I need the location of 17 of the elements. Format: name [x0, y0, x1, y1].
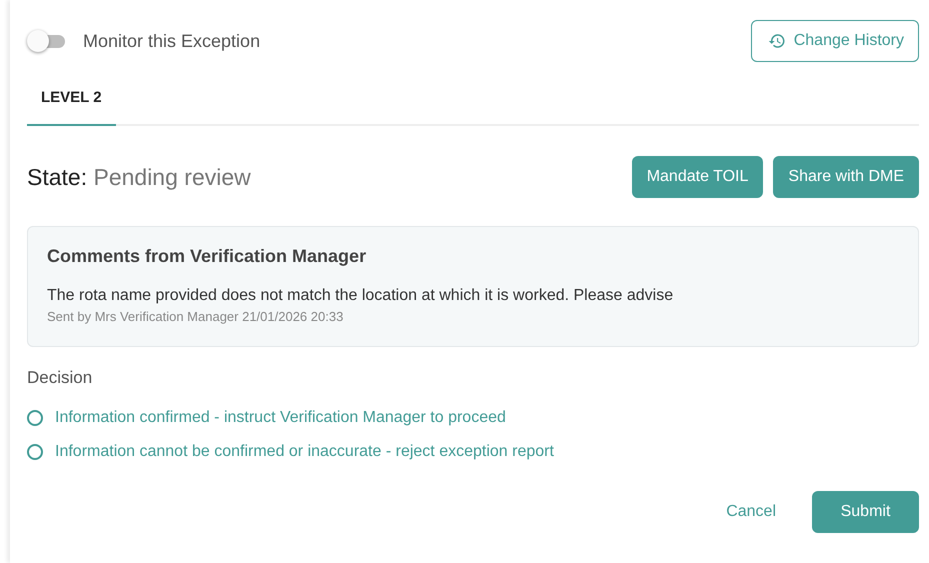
decision-label: Decision: [27, 368, 94, 388]
action-button[interactable]: Mandate TOIL: [632, 156, 764, 198]
comments-title: Comments from Verification Manager: [47, 246, 368, 267]
history-icon: [768, 32, 786, 50]
change-history-button[interactable]: Change History: [750, 20, 919, 62]
cancel-link[interactable]: Cancel: [726, 503, 776, 521]
option-label[interactable]: Information cannot be confirmed or inaccurate - reject exception report: [55, 443, 554, 461]
option-label[interactable]: Information confirmed - instruct Verification Manager to proceed: [55, 409, 506, 427]
action-button[interactable]: Share with DME: [773, 156, 919, 198]
comment-message: The rota name provided does not match the location at which it is worked. Please advise: [47, 287, 674, 305]
radio-button[interactable]: [27, 444, 43, 460]
state-text: State: Pending review: [27, 164, 251, 190]
comment-meta: Sent by Mrs Verification Manager 21/01/2026 20:33: [47, 309, 344, 324]
tab[interactable]: LEVEL 2: [27, 72, 116, 126]
submit-button[interactable]: Submit: [812, 491, 919, 533]
toggle-label: Monitor this Exception: [83, 30, 260, 52]
radio-button[interactable]: [27, 410, 43, 426]
